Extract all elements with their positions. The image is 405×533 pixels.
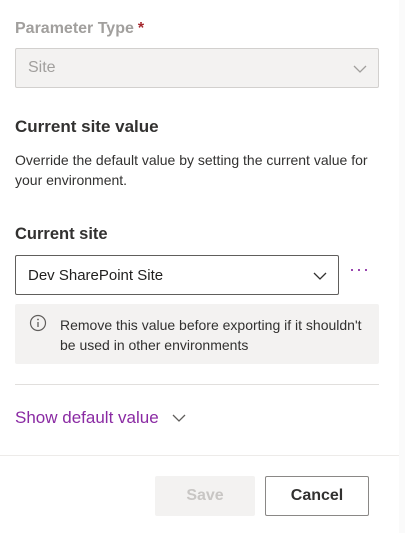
show-default-value-label: Show default value bbox=[15, 408, 159, 427]
info-message-text: Remove this value before exporting if it… bbox=[60, 317, 362, 353]
chevron-down-icon bbox=[313, 272, 327, 280]
divider bbox=[15, 384, 379, 385]
section-title: Current site value bbox=[15, 117, 159, 136]
parameter-type-dropdown[interactable]: Site bbox=[15, 48, 379, 88]
info-message-bar: Remove this value before exporting if it… bbox=[15, 304, 379, 364]
required-marker: * bbox=[137, 20, 145, 37]
current-site-dropdown[interactable]: Dev SharePoint Site bbox=[15, 255, 339, 295]
save-button[interactable]: Save bbox=[155, 476, 255, 516]
chevron-down-icon bbox=[172, 414, 186, 422]
parameter-type-label: Parameter Type * bbox=[15, 20, 144, 38]
chevron-down-icon bbox=[353, 65, 367, 73]
info-icon bbox=[29, 314, 47, 332]
show-default-value-toggle[interactable]: Show default value bbox=[15, 408, 187, 428]
more-options-button[interactable]: ··· bbox=[349, 260, 370, 278]
scrollbar[interactable] bbox=[399, 0, 405, 533]
current-site-value: Dev SharePoint Site bbox=[28, 266, 164, 284]
parameter-type-label-text: Parameter Type bbox=[15, 20, 134, 37]
parameter-panel: Parameter Type * Site Current site value … bbox=[0, 0, 405, 533]
footer-divider bbox=[0, 455, 405, 456]
parameter-type-value: Site bbox=[28, 59, 56, 76]
cancel-button[interactable]: Cancel bbox=[265, 476, 369, 516]
current-site-label: Current site bbox=[15, 225, 108, 243]
section-description: Override the default value by setting th… bbox=[15, 152, 368, 188]
